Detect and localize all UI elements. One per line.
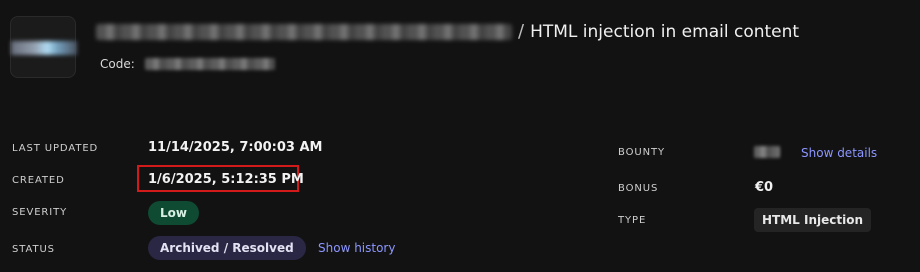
severity-label: SEVERITY [12, 207, 68, 218]
bonus-label: BONUS [618, 183, 659, 194]
program-logo-image [11, 41, 77, 55]
type-badge: HTML Injection [754, 208, 872, 232]
last-updated-label: LAST UPDATED [12, 143, 99, 154]
report-title: HTML injection in email content [530, 22, 800, 42]
created-value: 1/6/2025, 5:12:35 PM [148, 172, 304, 187]
status-badge: Archived / Resolved [148, 236, 306, 260]
status-label: STATUS [12, 244, 55, 255]
type-label: TYPE [618, 215, 647, 226]
created-label: CREATED [12, 175, 65, 186]
bonus-value: €0 [755, 180, 774, 195]
bounty-value-redacted [754, 146, 780, 158]
show-history-link[interactable]: Show history [318, 241, 395, 255]
severity-badge: Low [148, 201, 199, 225]
bounty-label: BOUNTY [618, 147, 665, 158]
report-code-redacted [144, 58, 275, 70]
last-updated-value: 11/14/2025, 7:00:03 AM [148, 140, 323, 155]
report-code-row: Code: [100, 57, 275, 71]
breadcrumb-separator: / [518, 21, 525, 42]
program-logo [10, 16, 77, 78]
show-details-link[interactable]: Show details [801, 146, 877, 160]
program-name-redacted[interactable] [96, 24, 512, 40]
code-label: Code: [100, 57, 135, 71]
breadcrumb: / HTML injection in email content [96, 18, 799, 46]
